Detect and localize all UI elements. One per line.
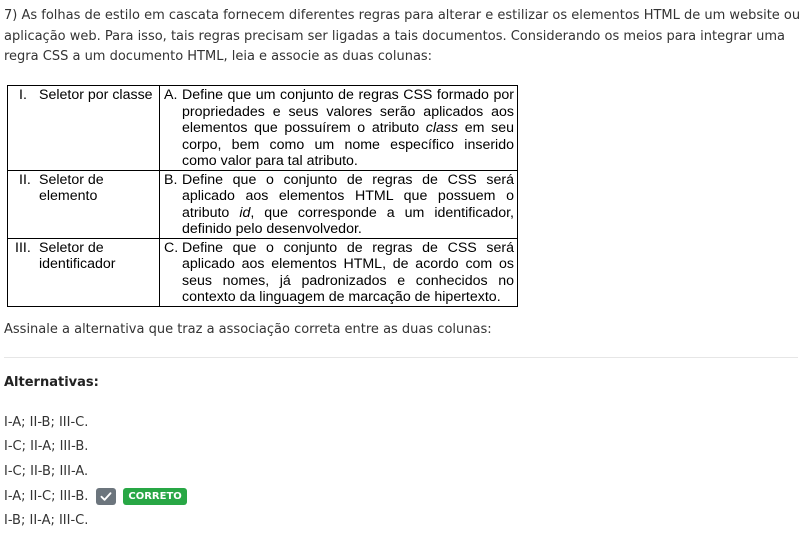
matching-table: I. Seletor por classe A. Define que um c… (7, 85, 518, 307)
alternative-label: I-B; II-A; III-C. (4, 513, 89, 529)
alternatives-title: Alternativas: (4, 375, 99, 390)
right-column-cell: A. Define que um conjunto de regras CSS … (159, 85, 518, 171)
alternative-label: I-C; II-B; III-A. (4, 463, 89, 479)
table-row: I. Seletor por classe A. Define que um c… (7, 85, 518, 171)
checkmark-icon (96, 487, 117, 505)
left-item-number: II. (19, 171, 31, 188)
correct-badge: CORRETO (123, 487, 187, 505)
right-item-description: Define que o conjunto de regras de CSS s… (182, 171, 515, 238)
left-item-label: Seletor de elemento (39, 171, 104, 205)
left-item-number: I. (19, 87, 27, 103)
alternative-item[interactable]: I-C; II-B; III-A. (4, 459, 187, 484)
right-item-letter: A. (164, 87, 178, 103)
alternative-item[interactable]: I-C; II-A; III-B. (4, 435, 187, 460)
alternative-item[interactable]: I-B; II-A; III-C. (4, 508, 187, 533)
right-column-cell: B. Define que o conjunto de regras de CS… (159, 169, 518, 239)
left-column-cell: I. Seletor por classe (7, 85, 160, 171)
right-item-letter: B. (164, 171, 178, 188)
alternative-item-correct[interactable]: I-A; II-C; III-B. CORRETO (4, 484, 187, 509)
left-column-cell: III. Seletor de identificador (7, 237, 160, 307)
instruction-text: Assinale a alternativa que traz a associ… (4, 322, 492, 337)
alternative-label: I-A; II-B; III-C. (4, 414, 89, 430)
left-column-cell: II. Seletor de elemento (7, 169, 160, 239)
divider (4, 357, 798, 358)
right-column-cell: C. Define que o conjunto de regras de CS… (159, 237, 518, 307)
alternative-label: I-C; II-A; III-B. (4, 439, 89, 455)
table-row: II. Seletor de elemento B. Define que o … (7, 169, 518, 239)
left-item-label: Seletor por classe (39, 87, 153, 103)
table-row: III. Seletor de identificador C. Define … (7, 237, 518, 307)
question-text: 7) As folhas de estilo em cascata fornec… (4, 8, 801, 64)
right-item-letter: C. (164, 239, 179, 256)
alternative-label: I-A; II-C; III-B. (4, 488, 89, 504)
alternatives-list: I-A; II-B; III-C. I-C; II-A; III-B. I-C;… (4, 410, 187, 533)
alternative-item[interactable]: I-A; II-B; III-C. (4, 410, 187, 435)
left-item-number: III. (15, 239, 31, 256)
right-item-description: Define que um conjunto de regras CSS for… (182, 87, 514, 169)
right-item-description: Define que o conjunto de regras de CSS s… (182, 239, 514, 306)
left-item-label: Seletor de identificador (39, 239, 116, 273)
